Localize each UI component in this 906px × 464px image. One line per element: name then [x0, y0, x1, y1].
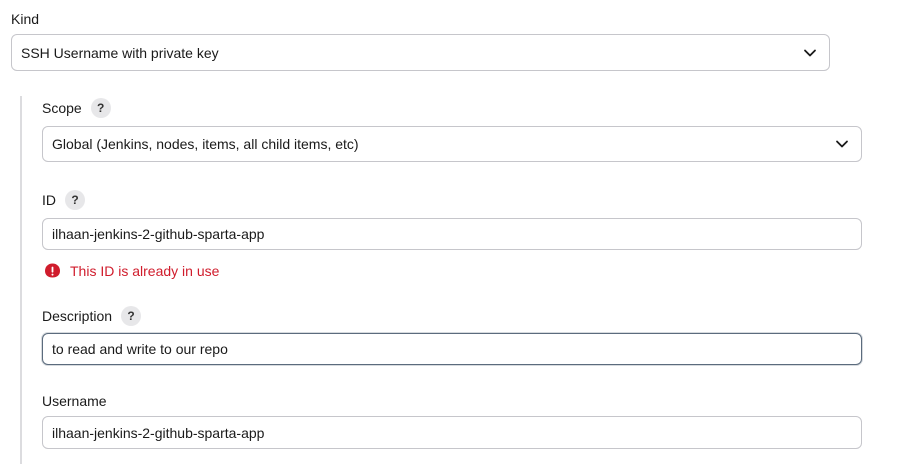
username-label-text: Username: [42, 393, 107, 409]
username-input[interactable]: ilhaan-jenkins-2-github-sparta-app: [42, 416, 862, 449]
description-input-value: to read and write to our repo: [52, 341, 228, 357]
description-label: Description ?: [42, 306, 142, 326]
kind-label: Kind: [11, 10, 39, 28]
id-input-value: ilhaan-jenkins-2-github-sparta-app: [52, 226, 265, 242]
username-label: Username: [42, 392, 107, 410]
scope-label-text: Scope: [42, 100, 82, 116]
id-input[interactable]: ilhaan-jenkins-2-github-sparta-app: [42, 218, 862, 250]
nested-section-bar: [20, 96, 22, 464]
username-input-value: ilhaan-jenkins-2-github-sparta-app: [52, 424, 265, 441]
description-input[interactable]: to read and write to our repo: [42, 333, 862, 365]
id-label-text: ID: [42, 192, 56, 208]
help-icon[interactable]: ?: [121, 306, 142, 326]
description-label-text: Description: [42, 308, 113, 324]
kind-select[interactable]: SSH Username with private key: [11, 34, 830, 71]
kind-label-text: Kind: [11, 11, 40, 27]
chevron-down-icon: [803, 46, 817, 60]
help-icon[interactable]: ?: [65, 190, 85, 210]
help-icon[interactable]: ?: [90, 98, 111, 118]
credentials-form: Kind SSH Username with private key Scope…: [0, 0, 906, 464]
scope-select-value: Global (Jenkins, nodes, items, all child…: [52, 136, 359, 152]
chevron-down-icon: [835, 137, 849, 151]
id-label: ID ?: [42, 190, 85, 210]
scope-select[interactable]: Global (Jenkins, nodes, items, all child…: [42, 126, 862, 162]
id-error-message: This ID is already in use: [44, 262, 219, 279]
id-error-text: This ID is already in use: [70, 262, 220, 279]
scope-label: Scope ?: [42, 98, 111, 118]
kind-select-value: SSH Username with private key: [21, 44, 219, 61]
error-circle-icon: [44, 262, 61, 279]
